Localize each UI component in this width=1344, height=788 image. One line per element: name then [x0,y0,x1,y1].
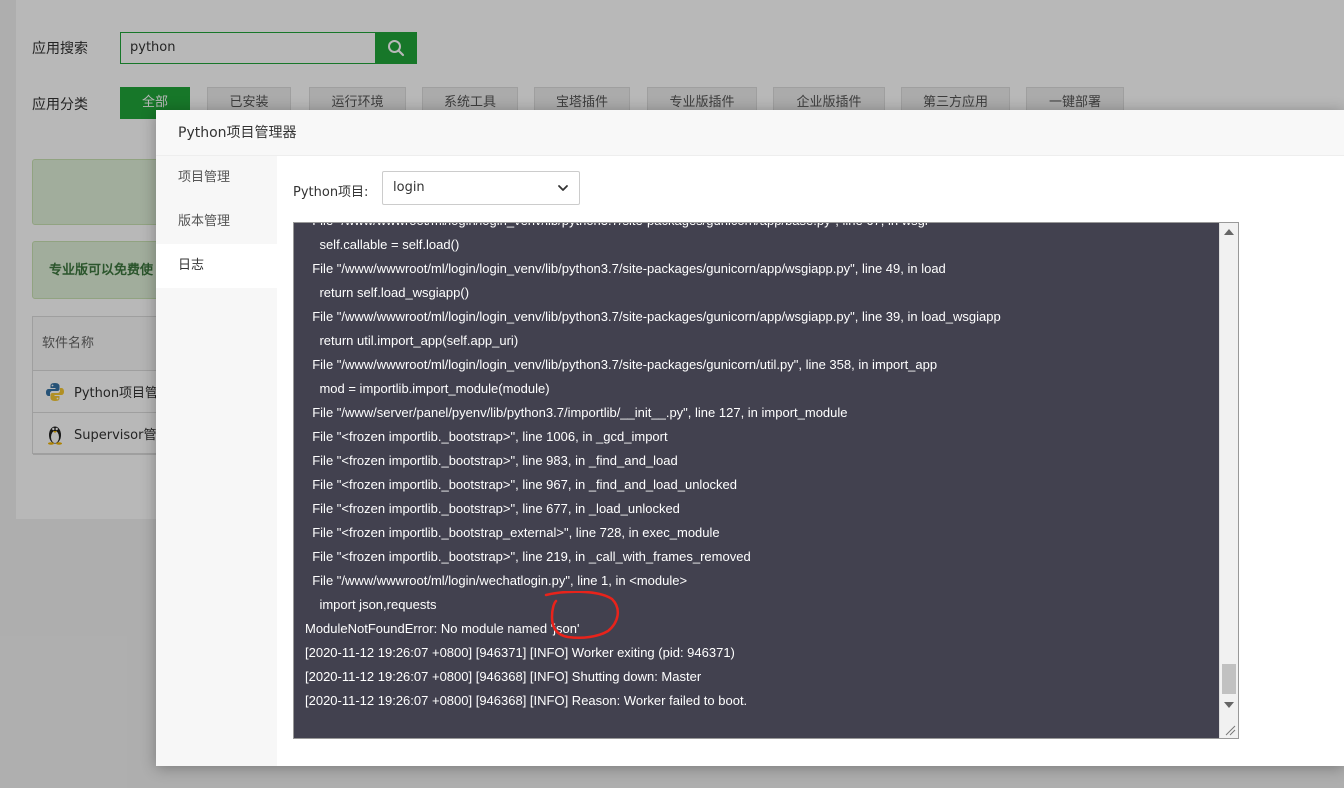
sidebar-item-logs[interactable]: 日志 [156,244,277,288]
log-line: File "<frozen importlib._bootstrap_exter… [305,525,720,540]
dialog-title: Python项目管理器 [156,110,1344,156]
sidebar-item-version-management[interactable]: 版本管理 [156,200,277,244]
project-select-label: Python项目: [293,185,369,200]
project-select[interactable]: login [382,171,580,205]
log-line: File "/www/wwwroot/ml/login/login_venv/l… [305,309,1001,324]
log-line: File "<frozen importlib._bootstrap>", li… [305,549,751,564]
dialog-sidebar: 项目管理 版本管理 日志 [156,156,277,766]
resize-grip-icon[interactable] [1224,724,1236,736]
log-line: File "/www/wwwroot/ml/login/login_venv/l… [305,357,938,372]
log-output-textarea[interactable]: File "/www/wwwroot/ml/login/login_venv/l… [293,222,1239,739]
log-scrollbar[interactable] [1219,223,1238,738]
log-line: File "<frozen importlib._bootstrap>", li… [305,501,680,516]
scroll-up-arrow-icon[interactable] [1224,229,1234,235]
chevron-down-icon [558,185,568,191]
log-line: File "<frozen importlib._bootstrap>", li… [305,453,678,468]
dialog-content: Python项目: login File "/www/wwwroot/ml/lo… [277,156,1344,766]
log-line: File "/www/server/panel/pyenv/lib/python… [305,405,848,420]
log-line: File "/www/wwwroot/ml/login/login_venv/l… [305,223,1219,233]
log-line: return util.import_app(self.app_uri) [305,333,519,348]
scrollbar-thumb[interactable] [1222,664,1236,694]
scroll-down-arrow-icon[interactable] [1224,702,1234,708]
log-line: self.callable = self.load() [305,237,460,252]
log-line: mod = importlib.import_module(module) [305,381,550,396]
red-annotation-circle [544,591,620,639]
log-line: [2020-11-12 19:26:07 +0800] [946368] [IN… [305,669,702,684]
log-content: File "/www/wwwroot/ml/login/login_venv/l… [294,223,1219,713]
sidebar-item-project-management[interactable]: 项目管理 [156,156,277,200]
log-line: import json,requests [305,597,437,612]
python-project-manager-dialog: Python项目管理器 项目管理 版本管理 日志 Python项目: login… [156,110,1344,766]
log-line: File "<frozen importlib._bootstrap>", li… [305,477,738,492]
log-line: [2020-11-12 19:26:07 +0800] [946368] [IN… [305,693,748,708]
log-line: File "/www/wwwroot/ml/login/wechatlogin.… [305,573,688,588]
log-line: [2020-11-12 19:26:07 +0800] [946371] [IN… [305,645,735,660]
project-select-value: login [393,180,425,195]
log-line: return self.load_wsgiapp() [305,285,470,300]
log-line: File "<frozen importlib._bootstrap>", li… [305,429,668,444]
log-line: File "/www/wwwroot/ml/login/login_venv/l… [305,261,946,276]
log-line: ModuleNotFoundError: No module named 'js… [305,621,580,636]
